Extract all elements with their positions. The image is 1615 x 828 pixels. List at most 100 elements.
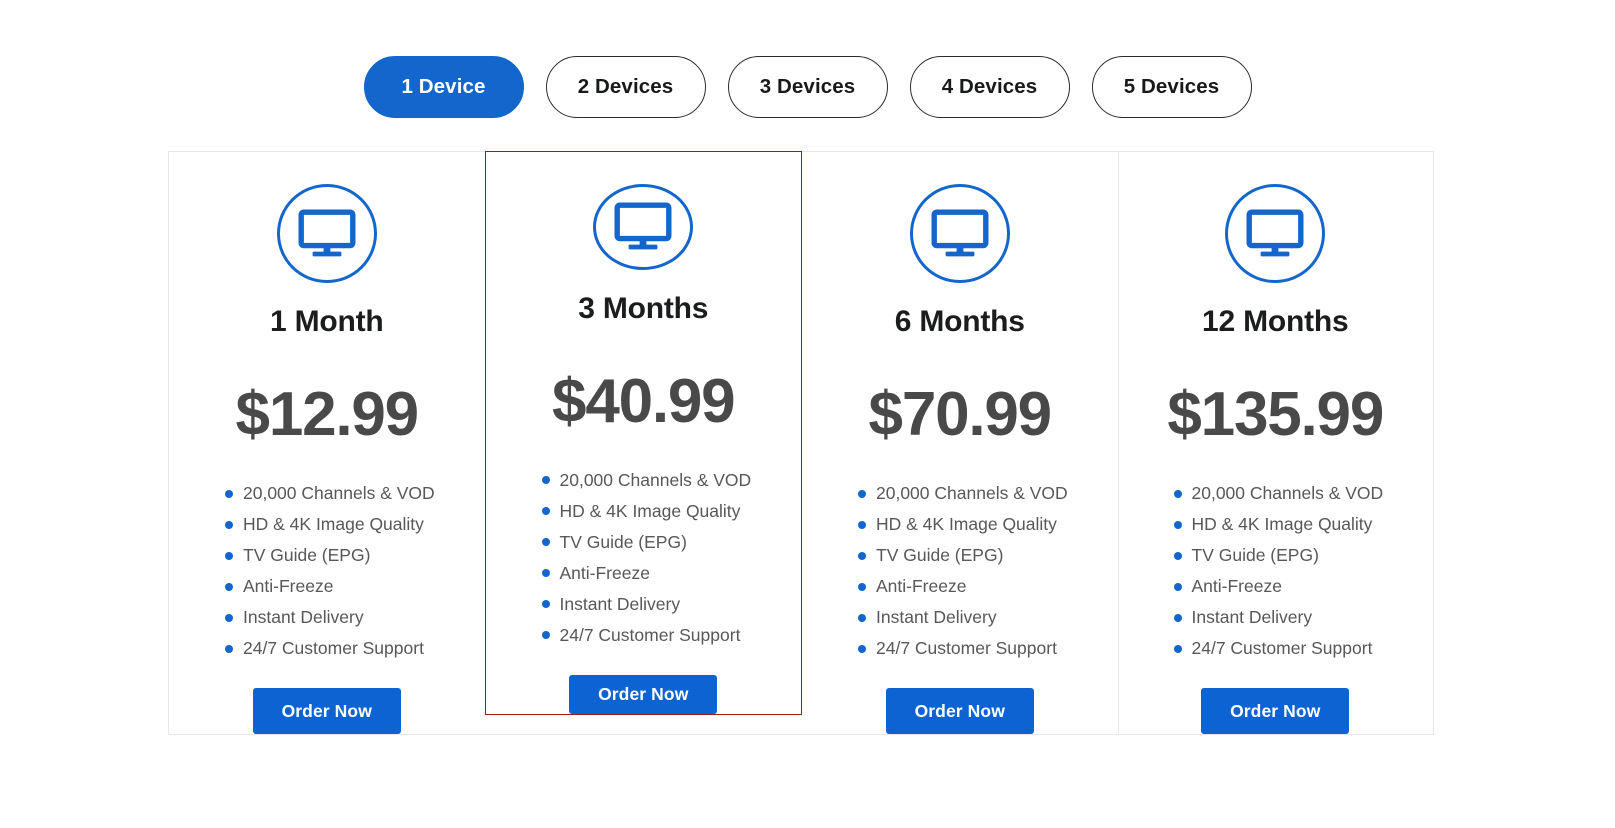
plan-title: 3 Months <box>578 291 709 325</box>
feature-item: 24/7 Customer Support <box>225 640 424 658</box>
feature-item: TV Guide (EPG) <box>541 531 687 552</box>
feature-item: 20,000 Channels & VOD <box>541 469 752 490</box>
feature-label: Anti-Freeze <box>559 562 650 583</box>
feature-label: 20,000 Channels & VOD <box>559 469 752 490</box>
tv-monitor-icon <box>276 184 377 284</box>
feature-label: TV Guide (EPG) <box>243 545 371 566</box>
plan-title: 12 Months <box>1201 305 1349 339</box>
bullet-icon <box>858 583 866 592</box>
bullet-icon <box>1173 645 1182 654</box>
bullet-icon <box>1173 614 1182 623</box>
plan-price: $135.99 <box>1167 380 1384 450</box>
order-now-button[interactable]: Order Now <box>252 688 401 734</box>
feature-label: TV Guide (EPG) <box>876 545 1004 566</box>
feature-item: 20,000 Channels & VOD <box>225 485 435 503</box>
feature-label: HD & 4K Image Quality <box>559 500 741 521</box>
bullet-icon <box>541 538 550 547</box>
bullet-icon <box>541 507 550 516</box>
order-now-button[interactable]: Order Now <box>1201 688 1350 734</box>
device-selector-tablist: 1 Device 2 Devices 3 Devices 4 Devices 5 Dev… <box>0 56 1615 118</box>
order-now-button[interactable]: Order Now <box>885 688 1034 734</box>
plan-price: $70.99 <box>868 380 1053 450</box>
feature-item: HD & 4K Image Quality <box>541 500 741 521</box>
pricing-page: 1 Device 2 Devices 3 Devices 4 Devices 5 Dev… <box>0 0 1615 828</box>
feature-item: 24/7 Customer Support <box>858 640 1057 658</box>
bullet-icon <box>858 552 866 561</box>
bullet-icon <box>1173 521 1182 530</box>
bullet-icon <box>858 645 866 654</box>
feature-item: Instant Delivery <box>541 593 681 614</box>
feature-item: Anti-Freeze <box>858 578 966 596</box>
feature-item: Instant Delivery <box>1173 607 1313 628</box>
feature-item: 20,000 Channels & VOD <box>858 485 1068 503</box>
feature-label: 20,000 Channels & VOD <box>876 483 1068 504</box>
bullet-icon <box>225 490 233 499</box>
feature-item: Anti-Freeze <box>1173 576 1282 597</box>
feature-label: Anti-Freeze <box>876 576 967 597</box>
plan-title: 6 Months <box>894 305 1025 339</box>
feature-label: HD & 4K Image Quality <box>243 514 424 535</box>
feature-item: Anti-Freeze <box>541 562 650 583</box>
bullet-icon <box>541 569 550 578</box>
feature-item: TV Guide (EPG) <box>1173 545 1319 566</box>
feature-item: TV Guide (EPG) <box>225 547 370 565</box>
bullet-icon <box>1173 583 1182 592</box>
plan-card-1-month: 1 Month $12.99 20,000 Channels & VOD HD & 4… <box>169 152 485 734</box>
feature-label: 24/7 Customer Support <box>1191 638 1373 659</box>
tv-monitor-icon <box>593 184 694 270</box>
bullet-icon <box>225 614 233 623</box>
device-tab-5[interactable]: 5 Devices <box>1091 56 1252 118</box>
feature-label: 20,000 Channels & VOD <box>1191 483 1384 504</box>
plan-feature-list: 20,000 Channels & VOD HD & 4K Image Quali… <box>169 485 485 671</box>
feature-item: Instant Delivery <box>858 609 997 627</box>
bullet-icon <box>541 631 550 640</box>
plan-price: $12.99 <box>235 380 420 450</box>
feature-item: TV Guide (EPG) <box>858 547 1003 565</box>
feature-item: Instant Delivery <box>225 609 364 627</box>
feature-label: 24/7 Customer Support <box>243 638 424 659</box>
feature-item: HD & 4K Image Quality <box>225 516 424 534</box>
plan-card-3-months: 3 Months $40.99 20,000 Channels & VOD HD & … <box>484 151 802 715</box>
device-tab-3[interactable]: 3 Devices <box>727 56 888 118</box>
bullet-icon <box>1173 552 1182 561</box>
device-tab-1[interactable]: 1 Device <box>363 56 524 118</box>
feature-label: HD & 4K Image Quality <box>876 514 1057 535</box>
bullet-icon <box>1173 490 1182 499</box>
feature-label: Anti-Freeze <box>243 576 334 597</box>
device-tab-2[interactable]: 2 Devices <box>545 56 706 118</box>
feature-label: HD & 4K Image Quality <box>1191 514 1373 535</box>
feature-label: Instant Delivery <box>243 607 364 628</box>
feature-label: 20,000 Channels & VOD <box>243 483 435 504</box>
plan-card-12-months: 12 Months $135.99 20,000 Channels & VOD HD … <box>1117 152 1434 734</box>
feature-item: Anti-Freeze <box>225 578 333 596</box>
feature-label: 24/7 Customer Support <box>876 638 1057 659</box>
bullet-icon <box>858 614 866 623</box>
bullet-icon <box>858 521 866 530</box>
tv-monitor-icon <box>909 184 1010 284</box>
bullet-icon <box>225 645 233 654</box>
device-tab-4[interactable]: 4 Devices <box>909 56 1070 118</box>
feature-label: Anti-Freeze <box>1191 576 1282 597</box>
feature-label: Instant Delivery <box>559 593 681 614</box>
feature-item: 24/7 Customer Support <box>1173 638 1373 659</box>
feature-label: Instant Delivery <box>1191 607 1313 628</box>
plan-feature-list: 20,000 Channels & VOD HD & 4K Image Quali… <box>1118 485 1434 671</box>
feature-label: TV Guide (EPG) <box>559 531 687 552</box>
bullet-icon <box>225 552 233 561</box>
feature-item: 24/7 Customer Support <box>541 626 740 645</box>
feature-item: HD & 4K Image Quality <box>1173 514 1373 535</box>
feature-label: TV Guide (EPG) <box>1191 545 1319 566</box>
order-now-button[interactable]: Order Now <box>569 674 718 714</box>
feature-label: Instant Delivery <box>876 607 997 628</box>
feature-item: HD & 4K Image Quality <box>858 516 1057 534</box>
plan-card-6-months: 6 Months $70.99 20,000 Channels & VOD HD & … <box>802 152 1118 734</box>
pricing-plans-table: 1 Month $12.99 20,000 Channels & VOD HD & 4… <box>168 151 1434 735</box>
bullet-icon <box>858 490 866 499</box>
feature-item: 20,000 Channels & VOD <box>1173 483 1384 504</box>
plan-title: 1 Month <box>269 305 384 339</box>
plan-price: $40.99 <box>552 366 736 436</box>
bullet-icon <box>225 521 233 530</box>
bullet-icon <box>541 600 550 609</box>
bullet-icon <box>225 583 233 592</box>
tv-monitor-icon <box>1225 184 1326 284</box>
